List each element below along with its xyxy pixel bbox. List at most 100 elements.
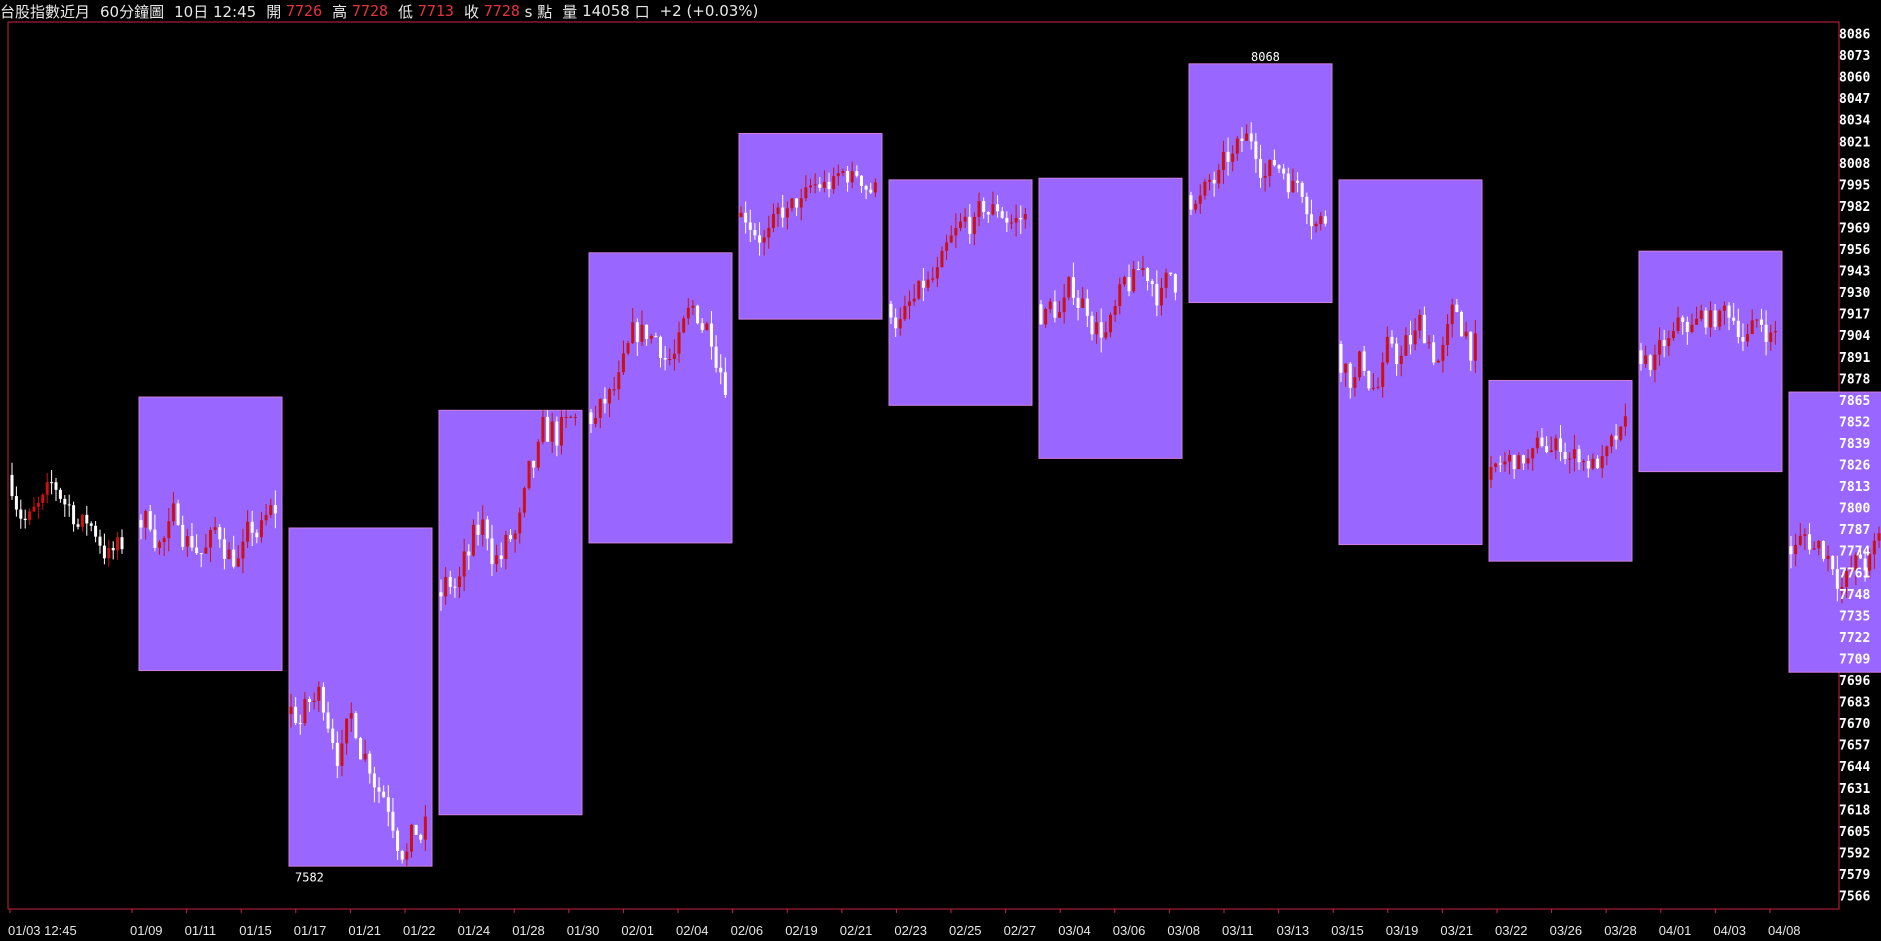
candle-body [1263,175,1267,178]
candle-body [232,549,236,567]
candle-body [1409,335,1412,345]
candle-body [589,412,593,424]
y-tick-label: 7566 [1839,890,1870,905]
candle-body [1554,438,1558,451]
candle-body [144,511,148,528]
candle-body [841,170,845,174]
candle-body [349,713,353,719]
candle-body [1798,535,1802,545]
candle-body [1517,455,1521,470]
candle-body [931,278,935,280]
candle-body [522,488,526,513]
candle-body [709,323,713,347]
candle-body [1381,362,1385,387]
candle-body [762,237,766,243]
x-tick-label: 03/08 [1167,923,1200,938]
candle-body [1503,461,1507,465]
candle-body [1450,304,1454,325]
period-box [438,409,583,816]
candle-body [1436,360,1440,363]
x-tick-label: 02/21 [840,923,873,938]
extreme-label: 7582 [295,870,324,884]
y-tick-label: 7709 [1839,652,1870,667]
candle-body [107,547,111,559]
candle-body [1808,534,1812,550]
candle-body [869,189,873,193]
candle-body [269,505,273,515]
candle-body [298,723,302,725]
candle-body [363,753,367,760]
candle-body [1563,451,1567,459]
candle-body [859,175,863,186]
candle-body [368,753,372,774]
candle-body [1473,333,1477,361]
candle-body [236,558,240,567]
period-box [1638,250,1783,473]
candle-body [603,399,607,404]
candle-body [714,346,718,368]
y-tick-label: 7618 [1839,803,1870,818]
candle-body [1113,306,1117,315]
x-tick-label: 04/03 [1713,923,1746,938]
y-tick-label: 7943 [1839,265,1870,280]
period-box [1488,379,1633,562]
price-chart[interactable]: 8068 7582 8086 8073 8060 8047 8034 8021 8008 799… [0,0,1881,941]
candle-body [1169,272,1173,275]
candle-body [1591,458,1595,469]
candle-body [467,551,471,556]
candle-body [303,699,307,724]
candle-body [162,538,166,543]
candle-body [1109,314,1112,333]
candle-body [1658,340,1662,355]
candle-body [1422,314,1426,344]
candle-body [1009,222,1013,224]
candle-body [612,389,616,391]
candle-body [32,506,36,512]
candle-body [1469,331,1473,361]
candle-body [850,171,854,183]
candle-body [996,204,1000,212]
x-tick-label: 03/19 [1386,923,1419,938]
candle-body [663,358,667,360]
candle-body [102,545,106,559]
candle-body [771,213,775,228]
candle-body [873,182,877,193]
candle-body [532,460,536,468]
candle-body [935,267,939,279]
candle-body [153,529,157,548]
candle-body [54,482,58,490]
candle-body [645,324,649,339]
y-tick-label: 8021 [1839,135,1870,150]
y-tick-label: 7579 [1839,868,1870,883]
candle-body [321,686,325,713]
candle-body [448,576,452,587]
candle-body [317,686,321,701]
candle-body [1173,274,1177,293]
candle-body [1136,269,1140,271]
candle-body [1118,284,1122,307]
y-tick-label: 7930 [1839,286,1870,301]
candle-body [1582,461,1586,463]
candle-body [917,280,921,299]
candle-body [485,519,489,539]
candle-body [1044,309,1048,325]
candle-body [1000,211,1004,218]
candle-body [199,553,203,555]
candle-body [912,298,916,302]
x-tick-label: 03/13 [1277,923,1310,938]
candle-body [536,441,540,468]
candle-body [294,706,298,724]
candle-body [259,520,263,538]
y-tick-label: 7826 [1839,459,1870,474]
candle-body [1764,324,1768,342]
candle-body [1104,332,1108,338]
candle-body [1164,272,1168,288]
candle-body [700,323,704,330]
candle-body [41,494,45,503]
candle-body [453,586,457,588]
candle-body [1376,386,1380,388]
candle-body [1159,287,1163,306]
candle-body [158,542,162,548]
candle-body [569,416,573,418]
y-tick-label: 7761 [1839,566,1870,581]
